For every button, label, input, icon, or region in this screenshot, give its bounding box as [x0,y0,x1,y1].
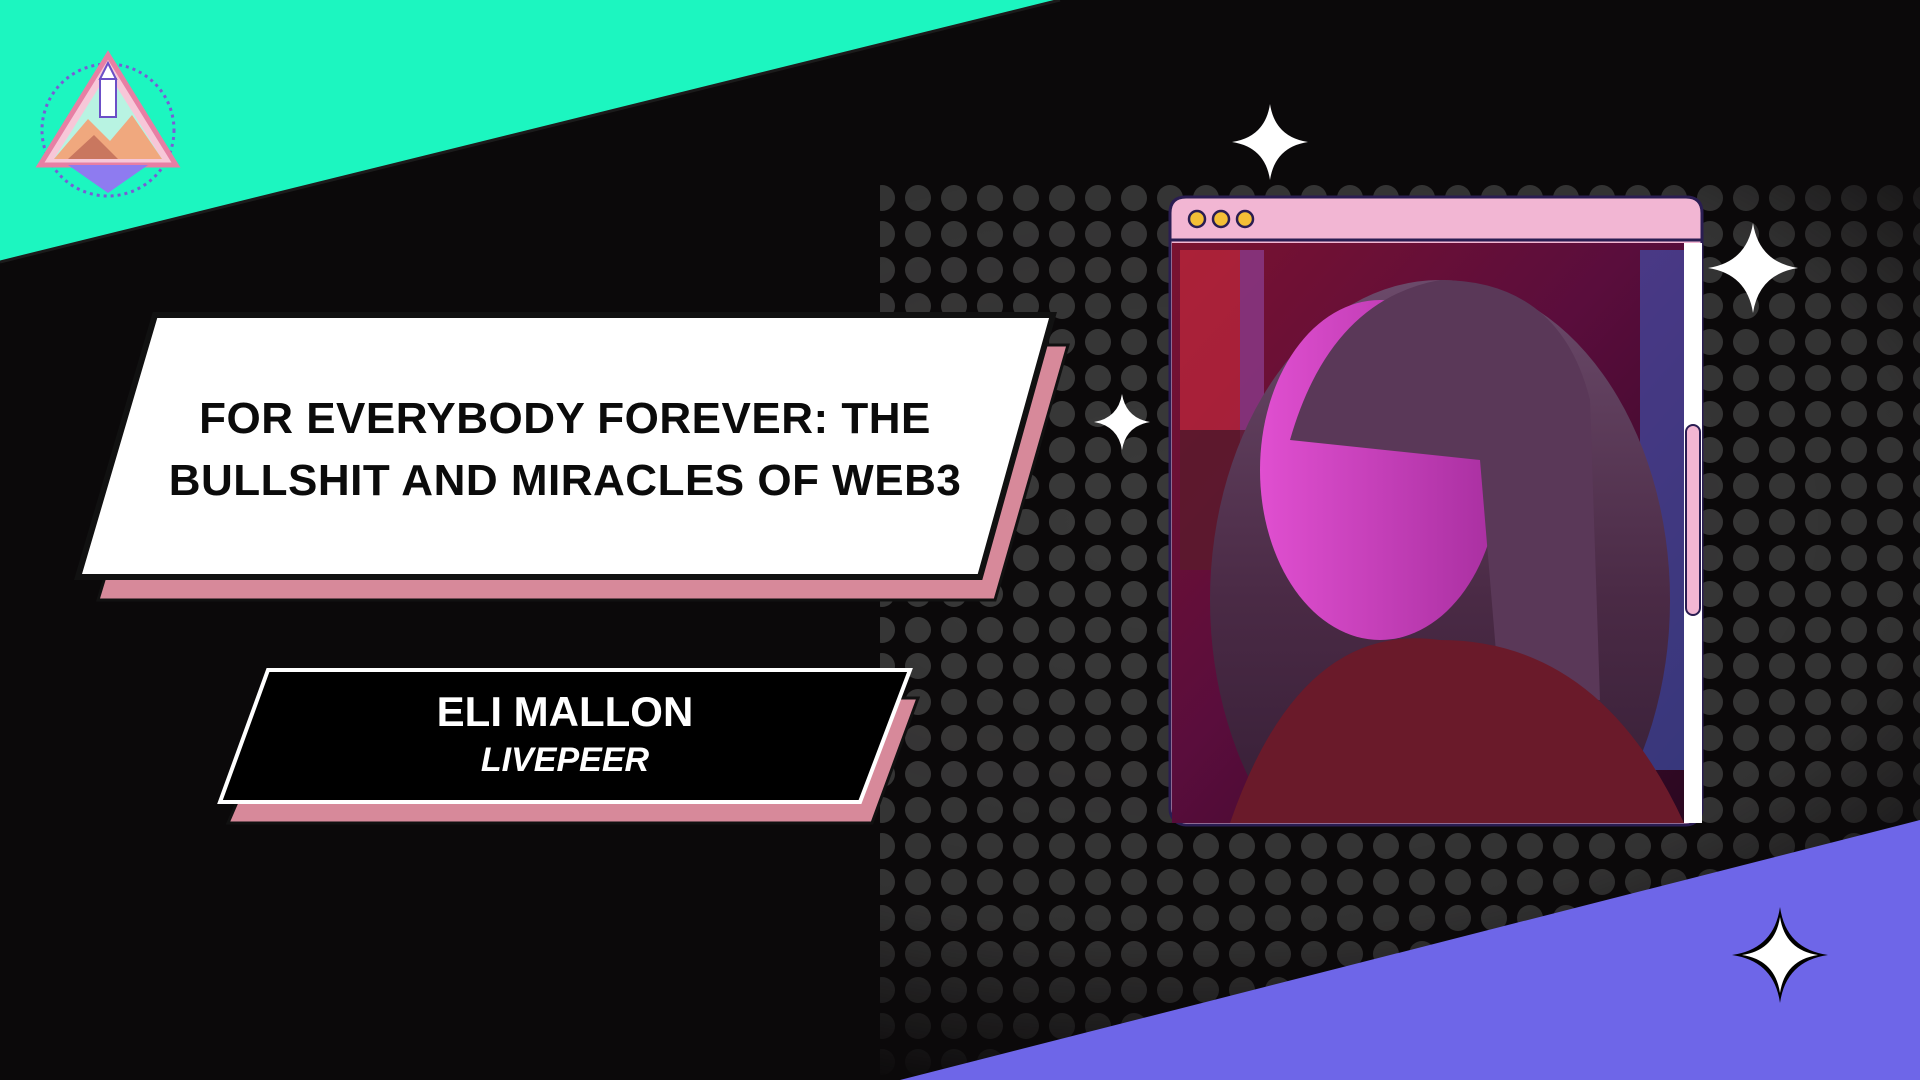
sparkle-icon [1732,907,1828,1003]
talk-title-card: FOR EVERYBODY FOREVER: THE BULLSHIT AND … [0,0,1920,1080]
sparkles [1094,104,1828,1003]
sparkle-icon [1232,104,1308,180]
sparkle-icon [1094,394,1150,450]
sparkle-icon [1708,223,1798,313]
